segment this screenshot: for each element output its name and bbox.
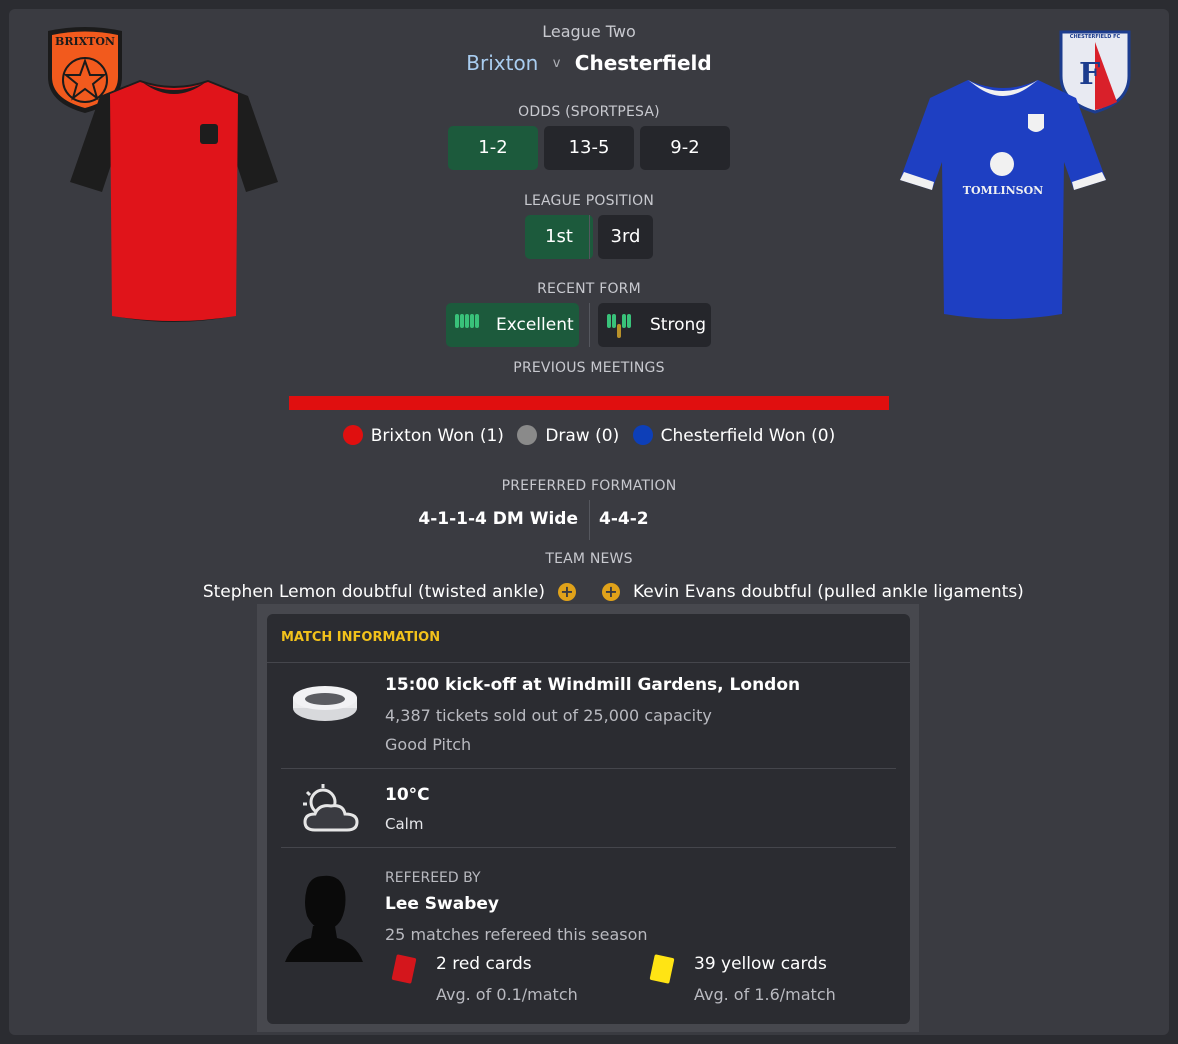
match-title: Brixton v Chesterfield: [0, 51, 1178, 75]
recent-form-away[interactable]: Strong: [598, 303, 711, 347]
match-information-card: MATCH INFORMATION 15:00 kick-off at Wind…: [267, 614, 910, 1024]
meetings-bar: [289, 396, 889, 410]
meetings-legend: Brixton Won (1) Draw (0) Chesterfield Wo…: [0, 425, 1178, 446]
formation-home[interactable]: 4-1-1-4 DM Wide: [380, 509, 578, 529]
referee-name[interactable]: Lee Swabey: [385, 894, 499, 914]
team-news-away[interactable]: Kevin Evans doubtful (pulled ankle ligam…: [633, 582, 1053, 602]
divider: [589, 215, 590, 259]
draw-label: Draw (0): [545, 426, 620, 446]
odds-draw[interactable]: 13-5: [544, 126, 634, 170]
team-news-home[interactable]: Stephen Lemon doubtful (twisted ankle): [140, 582, 545, 602]
home-team-name[interactable]: Brixton: [466, 51, 538, 75]
formation-away[interactable]: 4-4-2: [599, 509, 799, 529]
match-information-title: MATCH INFORMATION: [281, 630, 441, 645]
odds-away[interactable]: 9-2: [640, 126, 730, 170]
odds-label: ODDS (SPORTPESA): [518, 104, 660, 120]
injury-icon: +: [602, 583, 620, 601]
form-bars-icon: [607, 314, 632, 338]
form-bars-icon: [455, 314, 480, 328]
versus-label: v: [552, 56, 561, 71]
red-card-icon: [391, 954, 417, 984]
divider: [589, 500, 590, 540]
away-won-dot: [632, 425, 653, 445]
recent-form-home-text: Excellent: [496, 315, 574, 335]
yellow-cards: 39 yellow cards: [694, 954, 827, 974]
weather-condition: Calm: [385, 815, 424, 833]
home-won-label: Brixton Won (1): [370, 426, 504, 446]
away-won-label: Chesterfield Won (0): [660, 426, 836, 446]
yellow-card-icon: [649, 954, 675, 984]
stadium-icon: [291, 684, 359, 724]
away-team-name[interactable]: Chesterfield: [575, 51, 712, 75]
recent-form-label: RECENT FORM: [537, 281, 641, 297]
league-position-label: LEAGUE POSITION: [523, 193, 655, 209]
yellow-cards-average: Avg. of 1.6/match: [694, 985, 836, 1004]
draw-dot: [517, 425, 538, 445]
weather-temperature: 10°C: [385, 785, 430, 805]
venue-tickets: 4,387 tickets sold out of 25,000 capacit…: [385, 706, 712, 725]
odds-home[interactable]: 1-2: [448, 126, 538, 170]
referee-label: REFEREED BY: [385, 870, 481, 886]
previous-meetings-label: PREVIOUS MEETINGS: [513, 360, 665, 376]
preferred-formation-label: PREFERRED FORMATION: [501, 478, 677, 494]
venue-pitch: Good Pitch: [385, 735, 472, 754]
competition-name[interactable]: League Two: [0, 22, 1178, 41]
meetings-bar-home: [289, 396, 889, 410]
home-won-dot: [342, 425, 363, 445]
recent-form-away-text: Strong: [650, 315, 707, 335]
venue-kickoff[interactable]: 15:00 kick-off at Windmill Gardens, Lond…: [385, 675, 800, 695]
league-position-home[interactable]: 1st: [525, 215, 593, 259]
injury-icon: +: [558, 583, 576, 601]
red-cards-average: Avg. of 0.1/match: [436, 985, 578, 1004]
referee-matches: 25 matches refereed this season: [385, 925, 648, 944]
referee-avatar[interactable]: [283, 872, 365, 964]
team-news-label: TEAM NEWS: [545, 551, 633, 567]
partly-cloudy-icon: [299, 782, 363, 834]
divider: [281, 847, 896, 848]
divider: [281, 768, 896, 769]
recent-form-home[interactable]: Excellent: [446, 303, 579, 347]
divider: [267, 662, 910, 663]
red-cards: 2 red cards: [436, 954, 532, 974]
league-position-away[interactable]: 3rd: [598, 215, 653, 259]
divider: [589, 303, 590, 347]
